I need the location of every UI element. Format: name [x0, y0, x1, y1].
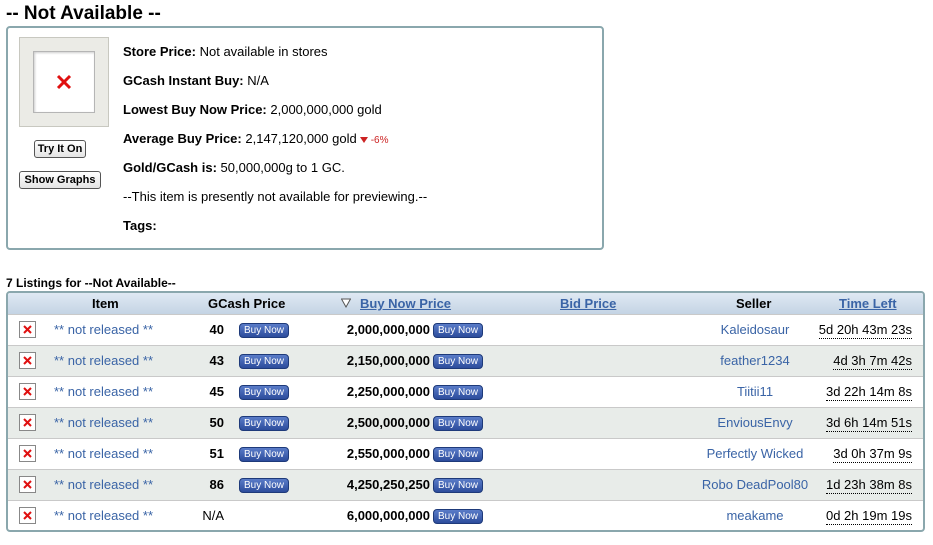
- time-left: 0d 2h 19m 19s: [825, 508, 912, 525]
- item-name-link[interactable]: ** not released **: [54, 501, 153, 530]
- gcash-buy-now-button[interactable]: Buy Now: [239, 354, 290, 369]
- store-price-line: Store Price: Not available in stores: [123, 44, 328, 59]
- gcash-price: 40: [209, 322, 224, 337]
- gold-gcash-label: Gold/GCash is:: [123, 160, 217, 175]
- item-name-link[interactable]: ** not released **: [54, 346, 153, 376]
- listings-table: Item GCash Price Buy Now Price Bid Price…: [6, 291, 925, 532]
- gold-buy-now-button[interactable]: Buy Now: [433, 354, 484, 369]
- gcash-instant-buy-label: GCash Instant Buy:: [123, 73, 244, 88]
- gcash-price: 50: [209, 415, 224, 430]
- seller-link[interactable]: EnviousEnvy: [680, 408, 830, 438]
- broken-image-icon[interactable]: [19, 321, 36, 338]
- gcash-price: 51: [209, 446, 224, 461]
- listings-header: Item GCash Price Buy Now Price Bid Price…: [8, 293, 923, 315]
- time-left: 5d 20h 43m 23s: [818, 322, 912, 339]
- item-name-link[interactable]: ** not released **: [54, 408, 153, 438]
- tags-label: Tags:: [123, 218, 157, 233]
- gcash-buy-now-button[interactable]: Buy Now: [239, 447, 290, 462]
- buy-now-price: 4,250,250,250: [346, 477, 430, 492]
- broken-image-icon[interactable]: [19, 352, 36, 369]
- buy-now-price: 2,150,000,000: [346, 353, 430, 368]
- lowest-buy-now-value: 2,000,000,000 gold: [270, 102, 382, 117]
- item-name-link[interactable]: ** not released **: [54, 470, 153, 500]
- column-buy-now-price[interactable]: Buy Now Price: [360, 293, 451, 314]
- tags-line: Tags:: [123, 218, 157, 233]
- time-left: 3d 0h 37m 9s: [833, 446, 912, 463]
- table-row: ** not released ** 86 Buy Now 4,250,250,250…: [8, 469, 923, 500]
- column-item: Item: [92, 296, 119, 311]
- broken-image-frame: [33, 51, 95, 113]
- gcash-buy-now-button[interactable]: Buy Now: [239, 385, 290, 400]
- gold-buy-now-button[interactable]: Buy Now: [433, 509, 484, 524]
- gcash-buy-now-button[interactable]: Buy Now: [239, 478, 290, 493]
- buy-now-price: 2,550,000,000: [346, 446, 430, 461]
- sort-descending-icon[interactable]: [341, 298, 351, 308]
- price-down-icon: [359, 136, 368, 143]
- table-row: ** not released ** 43 Buy Now 2,150,000,000…: [8, 345, 923, 376]
- item-thumbnail: [19, 37, 109, 127]
- broken-image-icon: [56, 74, 72, 90]
- broken-image-icon[interactable]: [19, 476, 36, 493]
- buy-now-price: 2,250,000,000: [346, 384, 430, 399]
- gcash-price: N/A: [202, 508, 224, 523]
- broken-image-icon[interactable]: [19, 445, 36, 462]
- store-price-value: Not available in stores: [199, 44, 328, 59]
- column-time-left[interactable]: Time Left: [839, 293, 897, 314]
- time-left: 4d 3h 7m 42s: [833, 353, 912, 370]
- item-info-panel: Try It On Show Graphs Store Price: Not a…: [6, 26, 604, 250]
- lowest-buy-now-line: Lowest Buy Now Price: 2,000,000,000 gold: [123, 102, 382, 117]
- average-buy-label: Average Buy Price:: [123, 131, 242, 146]
- gcash-price: 86: [209, 477, 224, 492]
- gold-buy-now-button[interactable]: Buy Now: [433, 323, 484, 338]
- time-left: 1d 23h 38m 8s: [825, 477, 912, 494]
- gcash-instant-buy-value: N/A: [247, 73, 269, 88]
- gcash-instant-buy-line: GCash Instant Buy: N/A: [123, 73, 269, 88]
- item-name-link[interactable]: ** not released **: [54, 315, 153, 345]
- seller-link[interactable]: Robo DeadPool80: [680, 470, 830, 500]
- average-buy-value: 2,147,120,000 gold: [245, 131, 357, 146]
- column-seller: Seller: [736, 296, 772, 311]
- try-it-on-button[interactable]: Try It On: [34, 140, 86, 158]
- column-gcash-price: GCash Price: [208, 296, 286, 311]
- buy-now-price: 2,500,000,000: [346, 415, 430, 430]
- gold-buy-now-button[interactable]: Buy Now: [433, 416, 484, 431]
- time-left: 3d 6h 14m 51s: [825, 415, 912, 432]
- item-name-link[interactable]: ** not released **: [54, 439, 153, 469]
- average-buy-change: -6%: [370, 135, 389, 146]
- seller-link[interactable]: meakame: [680, 501, 830, 530]
- buy-now-price: 2,000,000,000: [346, 322, 430, 337]
- table-row: ** not released ** 51 Buy Now 2,550,000,000…: [8, 438, 923, 469]
- average-buy-line: Average Buy Price: 2,147,120,000 gold -6%: [123, 131, 389, 146]
- table-row: ** not released ** 50 Buy Now 2,500,000,000…: [8, 407, 923, 438]
- gold-gcash-line: Gold/GCash is: 50,000,000g to 1 GC.: [123, 160, 345, 175]
- gcash-price: 43: [209, 353, 224, 368]
- broken-image-icon[interactable]: [19, 507, 36, 524]
- store-price-label: Store Price:: [123, 44, 196, 59]
- lowest-buy-now-label: Lowest Buy Now Price:: [123, 102, 267, 117]
- seller-link[interactable]: Tiitii11: [680, 377, 830, 407]
- seller-link[interactable]: feather1234: [680, 346, 830, 376]
- item-name-link[interactable]: ** not released **: [54, 377, 153, 407]
- table-row: ** not released ** N/A 6,000,000,000 Buy No…: [8, 500, 923, 530]
- gold-gcash-value: 50,000,000g to 1 GC.: [220, 160, 345, 175]
- seller-link[interactable]: Kaleidosaur: [680, 315, 830, 345]
- gcash-buy-now-button[interactable]: Buy Now: [239, 323, 290, 338]
- table-row: ** not released ** 45 Buy Now 2,250,000,000…: [8, 376, 923, 407]
- preview-note: --This item is presently not available f…: [123, 189, 428, 204]
- broken-image-icon[interactable]: [19, 414, 36, 431]
- gold-buy-now-button[interactable]: Buy Now: [433, 447, 484, 462]
- gcash-price: 45: [209, 384, 224, 399]
- gold-buy-now-button[interactable]: Buy Now: [433, 385, 484, 400]
- table-row: ** not released ** 40 Buy Now 2,000,000,000…: [8, 314, 923, 345]
- seller-link[interactable]: Perfectly Wicked: [680, 439, 830, 469]
- listings-title: 7 Listings for --Not Available--: [6, 276, 176, 290]
- time-left: 3d 22h 14m 8s: [825, 384, 912, 401]
- gcash-buy-now-button[interactable]: Buy Now: [239, 416, 290, 431]
- page-title: -- Not Available --: [6, 3, 161, 24]
- buy-now-price: 6,000,000,000: [346, 508, 430, 523]
- show-graphs-button[interactable]: Show Graphs: [19, 171, 101, 189]
- column-bid-price[interactable]: Bid Price: [560, 293, 616, 314]
- gold-buy-now-button[interactable]: Buy Now: [433, 478, 484, 493]
- broken-image-icon[interactable]: [19, 383, 36, 400]
